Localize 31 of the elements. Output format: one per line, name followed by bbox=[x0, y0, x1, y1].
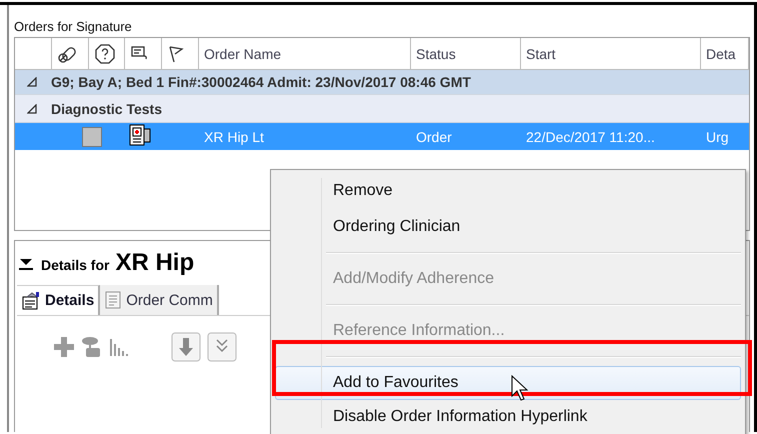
add-icon[interactable] bbox=[53, 336, 75, 358]
order-name: XR Hip Lt bbox=[203, 128, 265, 144]
category-header: Diagnostic Tests bbox=[51, 100, 162, 116]
order-status: Order bbox=[415, 128, 453, 144]
column-header[interactable]: Status bbox=[411, 38, 521, 69]
order-title: XR Hip bbox=[115, 249, 194, 277]
order-start: 22/Dec/2017 11:20... bbox=[525, 128, 656, 144]
expand-icon[interactable] bbox=[27, 77, 37, 87]
tab[interactable]: Order Comm bbox=[100, 285, 219, 315]
mouse-pointer-icon bbox=[511, 375, 531, 403]
form-icon bbox=[21, 290, 41, 310]
checkbox[interactable] bbox=[82, 126, 102, 146]
collapse-icon[interactable] bbox=[19, 258, 33, 270]
help-icon bbox=[94, 42, 116, 64]
encounter-header: G9; Bay A; Bed 1 Fin#:30002464 Admit: 23/Nov/2017 08:46 GMT bbox=[51, 74, 471, 90]
column-header[interactable]: Order Name bbox=[199, 38, 411, 69]
tab[interactable]: Details bbox=[17, 285, 100, 315]
double-chevron-button-icon[interactable] bbox=[207, 332, 237, 362]
flag-icon bbox=[167, 44, 185, 64]
column-header[interactable]: Deta bbox=[701, 38, 749, 69]
expand-icon[interactable] bbox=[27, 104, 37, 114]
panel-title: Orders for Signature bbox=[14, 19, 133, 36]
menu-item[interactable]: Ordering Clinician bbox=[275, 210, 741, 244]
column-header[interactable]: Start bbox=[521, 38, 701, 69]
menu-item[interactable]: Disable Order Information Hyperlink bbox=[275, 400, 741, 434]
down-arrow-button-icon[interactable] bbox=[171, 332, 201, 362]
menu-item[interactable]: Remove bbox=[275, 172, 741, 210]
list-icon bbox=[104, 290, 122, 310]
chart-icon[interactable] bbox=[109, 336, 131, 358]
order-details: Urg bbox=[705, 128, 730, 144]
details-label: Details for bbox=[41, 257, 110, 273]
